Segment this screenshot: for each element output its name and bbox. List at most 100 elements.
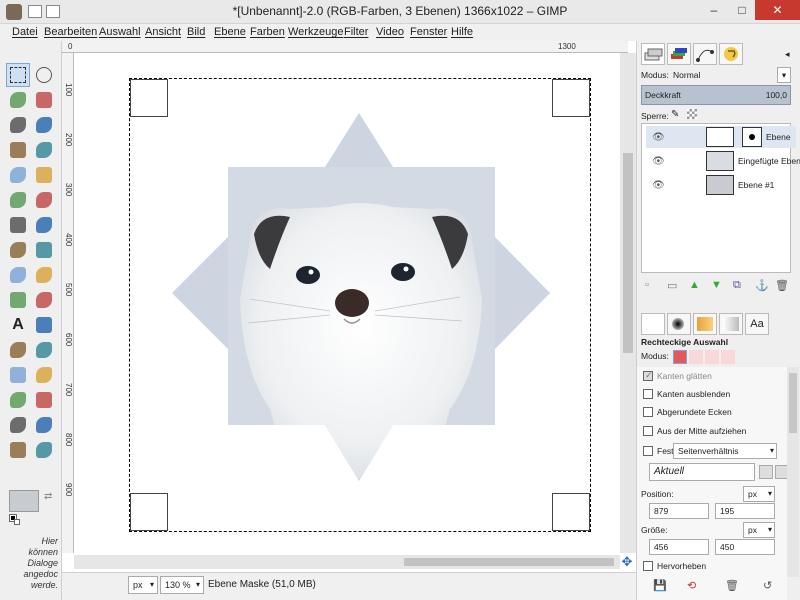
flip-icon[interactable] — [6, 288, 30, 312]
select-by-color-icon[interactable] — [6, 113, 30, 137]
swap-colors-icon[interactable]: ⇄ — [44, 491, 52, 502]
size-height-input[interactable]: 450 — [715, 539, 775, 555]
heal-icon[interactable] — [32, 413, 56, 437]
zoom-select[interactable]: 130 % ▾ — [160, 576, 204, 594]
size-unit-select[interactable]: px ▾ — [743, 522, 775, 538]
menu-ebene[interactable]: Ebene — [214, 26, 246, 38]
menu-video[interactable]: Video — [376, 26, 404, 38]
horizontal-scrollbar[interactable] — [74, 555, 620, 569]
checkbox-highlight[interactable] — [643, 561, 653, 571]
chevron-down-icon[interactable]: ▾ — [777, 67, 791, 83]
layer-row[interactable]: 👁 Ebene — [646, 126, 796, 148]
lock-pixels-icon[interactable]: ✎ — [671, 109, 679, 120]
airbrush-icon[interactable] — [6, 388, 30, 412]
maximize-button[interactable]: □ — [728, 0, 756, 20]
tab-gradients[interactable] — [719, 313, 743, 335]
zoom-icon[interactable] — [32, 163, 56, 187]
bucket-fill-icon[interactable] — [32, 313, 56, 337]
mode-add-icon[interactable] — [689, 350, 703, 364]
new-group-icon[interactable]: ▭ — [667, 279, 677, 292]
tab-layers[interactable] — [641, 43, 665, 65]
tab-channels[interactable] — [667, 43, 691, 65]
shear-icon[interactable] — [6, 263, 30, 287]
dodge-burn-icon[interactable] — [32, 438, 56, 462]
minimize-button[interactable]: – — [700, 0, 728, 20]
lower-layer-icon[interactable]: ▼ — [711, 279, 722, 291]
perspective-icon[interactable] — [32, 263, 56, 287]
tool-options-scrollbar[interactable] — [787, 367, 799, 577]
visibility-eye-icon[interactable]: 👁 — [652, 180, 665, 191]
tab-undo-history[interactable] — [719, 43, 743, 65]
foreground-color-swatch[interactable] — [9, 490, 39, 512]
unit-select[interactable]: px ▾ — [128, 576, 158, 594]
paintbrush-icon[interactable] — [6, 363, 30, 387]
checkbox-antialias[interactable]: ✓ — [643, 370, 653, 381]
navigate-icon[interactable]: ✥ — [620, 555, 634, 569]
gradient-icon[interactable] — [6, 338, 30, 362]
layer-row[interactable]: 👁 Ebene #1 — [646, 174, 796, 196]
foreground-select-icon[interactable] — [6, 138, 30, 162]
position-unit-select[interactable]: px ▾ — [743, 486, 775, 502]
tool-options-scroll-thumb[interactable] — [789, 373, 797, 433]
delete-options-icon[interactable]: 🗑 — [725, 579, 739, 592]
ruler-left[interactable]: 100 200 300 400 500 600 700 800 900 — [62, 53, 74, 553]
move-icon[interactable] — [32, 188, 56, 212]
menu-werkzeuge[interactable]: Werkzeuge — [288, 26, 343, 38]
menu-ansicht[interactable]: Ansicht — [145, 26, 181, 38]
visibility-eye-icon[interactable]: 👁 — [652, 156, 665, 167]
checkbox-feather[interactable] — [643, 389, 653, 399]
menu-auswahl[interactable]: Auswahl — [99, 26, 141, 38]
color-picker-icon[interactable] — [6, 163, 30, 187]
reset-options-icon[interactable]: ↺ — [763, 579, 772, 592]
paths-icon[interactable] — [32, 138, 56, 162]
dock-menu-icon[interactable]: ◂ — [785, 49, 790, 60]
portrait-icon[interactable] — [759, 465, 773, 479]
pencil-icon[interactable] — [32, 338, 56, 362]
menu-bild[interactable]: Bild — [187, 26, 205, 38]
mode-replace-icon[interactable] — [673, 350, 687, 364]
vertical-scroll-thumb[interactable] — [623, 153, 633, 353]
duplicate-layer-icon[interactable]: ⧉ — [733, 279, 741, 292]
mode-subtract-icon[interactable] — [705, 350, 719, 364]
new-layer-icon[interactable]: ▫ — [645, 279, 649, 291]
tab-patterns[interactable] — [693, 313, 717, 335]
crop-icon[interactable] — [32, 213, 56, 237]
checkbox-rounded[interactable] — [643, 407, 653, 417]
ink-icon[interactable] — [32, 388, 56, 412]
checkbox-from-center[interactable] — [643, 426, 653, 436]
measure-icon[interactable] — [6, 188, 30, 212]
visibility-eye-icon[interactable]: 👁 — [652, 132, 665, 143]
rect-select-icon[interactable] — [6, 63, 30, 87]
checkbox-fixed[interactable] — [643, 446, 653, 456]
delete-layer-icon[interactable]: 🗑 — [775, 279, 789, 292]
size-width-input[interactable]: 456 — [649, 539, 709, 555]
position-y-input[interactable]: 195 — [715, 503, 775, 519]
ruler-top[interactable]: 0 1300 — [62, 41, 628, 53]
menu-hilfe[interactable]: Hilfe — [451, 26, 473, 38]
position-x-input[interactable]: 879 — [649, 503, 709, 519]
vertical-scrollbar[interactable] — [620, 53, 636, 553]
mode-intersect-icon[interactable] — [721, 350, 735, 364]
cage-icon[interactable] — [32, 288, 56, 312]
close-button[interactable]: ✕ — [755, 0, 800, 20]
eraser-icon[interactable] — [32, 363, 56, 387]
tab-fonts[interactable]: Aa — [745, 313, 769, 335]
menu-bearbeiten[interactable]: Bearbeiten — [44, 26, 97, 38]
magic-wand-icon[interactable] — [32, 88, 56, 112]
image-canvas[interactable] — [129, 78, 591, 532]
tab-paths[interactable] — [693, 43, 717, 65]
menu-filter[interactable]: Filter — [344, 26, 368, 38]
raise-layer-icon[interactable]: ▲ — [689, 279, 700, 291]
ellipse-select-icon[interactable] — [32, 63, 56, 87]
save-options-icon[interactable]: 💾 — [653, 579, 667, 592]
aspect-current-field[interactable]: Aktuell — [649, 463, 755, 481]
menu-datei[interactable]: Datei — [12, 26, 38, 38]
layer-row[interactable]: 👁 Eingefügte Ebene — [646, 150, 800, 172]
restore-options-icon[interactable]: ⟲ — [687, 579, 696, 592]
horizontal-scroll-thumb[interactable] — [404, 558, 614, 566]
scissors-icon[interactable] — [32, 113, 56, 137]
clone-icon[interactable] — [6, 413, 30, 437]
anchor-layer-icon[interactable]: ⚓ — [755, 279, 769, 292]
rotate-icon[interactable] — [6, 238, 30, 262]
tab-tool-options[interactable] — [641, 313, 665, 335]
